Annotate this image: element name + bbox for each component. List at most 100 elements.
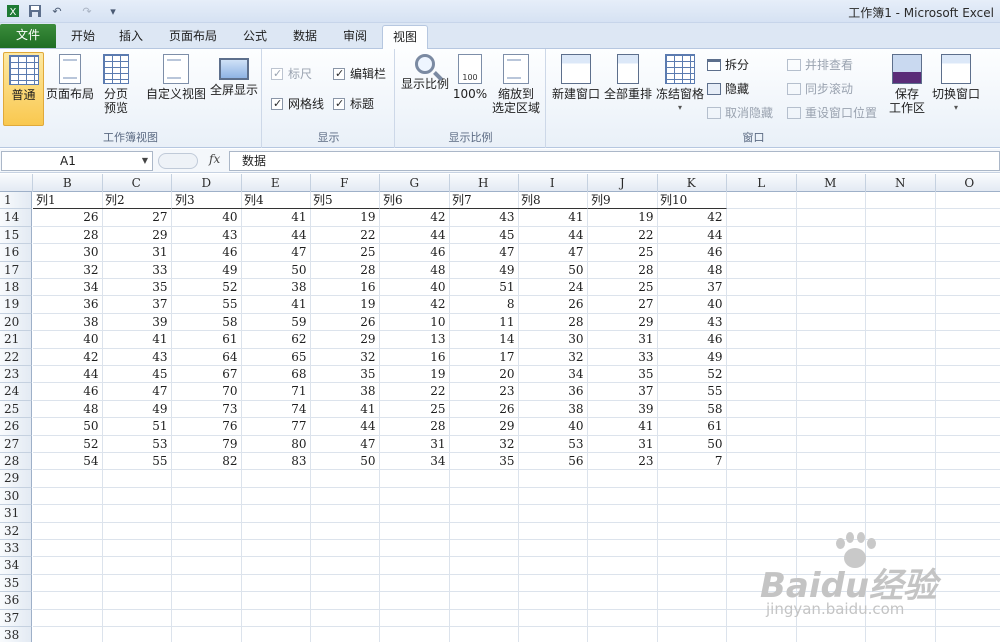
column-header[interactable]: G xyxy=(380,174,450,192)
table-cell[interactable]: 43 xyxy=(172,226,242,245)
table-cell[interactable] xyxy=(588,557,658,575)
table-cell[interactable]: 28 xyxy=(518,313,588,332)
table-cell[interactable] xyxy=(102,487,172,506)
table-cell[interactable] xyxy=(935,209,1000,227)
table-cell[interactable] xyxy=(866,261,936,279)
table-cell[interactable] xyxy=(727,279,797,297)
tab-page-layout[interactable]: 页面布局 xyxy=(160,25,226,48)
table-cell[interactable]: 47 xyxy=(102,383,172,401)
table-cell[interactable]: 30 xyxy=(33,244,103,262)
table-cell[interactable]: 列9 xyxy=(588,192,658,210)
table-cell[interactable]: 42 xyxy=(33,348,103,366)
table-cell[interactable] xyxy=(33,540,103,558)
table-cell[interactable] xyxy=(102,540,172,558)
table-cell[interactable] xyxy=(727,261,797,279)
table-cell[interactable]: 51 xyxy=(449,279,519,297)
table-cell[interactable] xyxy=(657,487,727,506)
unhide-button[interactable]: 取消隐藏 xyxy=(707,104,773,122)
table-cell[interactable]: 48 xyxy=(657,261,727,279)
table-cell[interactable] xyxy=(866,313,936,332)
table-cell[interactable]: 74 xyxy=(241,400,311,419)
row-header[interactable]: 28 xyxy=(0,453,32,471)
table-cell[interactable] xyxy=(657,522,727,540)
table-cell[interactable] xyxy=(310,592,380,610)
table-cell[interactable]: 23 xyxy=(449,383,519,401)
table-cell[interactable] xyxy=(935,279,1000,297)
table-cell[interactable] xyxy=(102,574,172,593)
table-cell[interactable] xyxy=(657,609,727,627)
table-cell[interactable]: 19 xyxy=(310,296,380,314)
table-cell[interactable] xyxy=(102,505,172,523)
table-cell[interactable] xyxy=(172,574,242,593)
table-cell[interactable]: 70 xyxy=(172,383,242,401)
table-cell[interactable]: 83 xyxy=(241,453,311,471)
table-cell[interactable] xyxy=(380,574,450,593)
table-cell[interactable]: 33 xyxy=(588,348,658,366)
name-box-dropdown-icon[interactable]: ▼ xyxy=(142,152,148,170)
table-cell[interactable]: 40 xyxy=(657,296,727,314)
table-cell[interactable] xyxy=(380,505,450,523)
table-cell[interactable] xyxy=(241,574,311,593)
row-header[interactable]: 35 xyxy=(0,574,32,593)
table-cell[interactable]: 47 xyxy=(518,244,588,262)
table-cell[interactable] xyxy=(866,244,936,262)
table-cell[interactable] xyxy=(727,487,797,506)
table-cell[interactable]: 31 xyxy=(380,435,450,453)
table-cell[interactable]: 列7 xyxy=(449,192,519,210)
column-header[interactable]: D xyxy=(172,174,242,192)
table-cell[interactable] xyxy=(935,383,1000,401)
table-cell[interactable]: 26 xyxy=(33,209,103,227)
row-header[interactable]: 19 xyxy=(0,296,32,314)
column-header[interactable]: H xyxy=(449,174,519,192)
table-cell[interactable]: 47 xyxy=(241,244,311,262)
table-cell[interactable] xyxy=(727,400,797,419)
table-cell[interactable]: 44 xyxy=(33,366,103,384)
table-cell[interactable] xyxy=(588,522,658,540)
table-cell[interactable] xyxy=(380,592,450,610)
table-cell[interactable] xyxy=(172,557,242,575)
table-cell[interactable]: 36 xyxy=(518,383,588,401)
row-header[interactable]: 33 xyxy=(0,540,32,558)
table-cell[interactable]: 55 xyxy=(172,296,242,314)
table-cell[interactable] xyxy=(727,366,797,384)
reset-window-position-button[interactable]: 重设窗口位置 xyxy=(787,104,877,122)
table-cell[interactable] xyxy=(33,522,103,540)
table-cell[interactable] xyxy=(449,609,519,627)
table-cell[interactable] xyxy=(866,366,936,384)
table-cell[interactable] xyxy=(657,627,727,642)
table-cell[interactable] xyxy=(935,366,1000,384)
table-cell[interactable]: 77 xyxy=(241,418,311,436)
table-cell[interactable]: 27 xyxy=(588,296,658,314)
table-cell[interactable]: 19 xyxy=(380,366,450,384)
table-cell[interactable] xyxy=(588,592,658,610)
table-cell[interactable] xyxy=(518,557,588,575)
table-cell[interactable] xyxy=(935,331,1000,349)
table-cell[interactable] xyxy=(449,557,519,575)
zoom-button[interactable]: 显示比例 xyxy=(400,52,450,91)
table-cell[interactable]: 38 xyxy=(241,279,311,297)
table-cell[interactable] xyxy=(866,296,936,314)
table-cell[interactable]: 53 xyxy=(518,435,588,453)
table-cell[interactable]: 40 xyxy=(380,279,450,297)
table-cell[interactable] xyxy=(657,540,727,558)
table-cell[interactable]: 49 xyxy=(172,261,242,279)
undo-icon[interactable]: ↶ xyxy=(48,3,66,19)
table-cell[interactable] xyxy=(172,627,242,642)
table-cell[interactable]: 46 xyxy=(380,244,450,262)
column-header[interactable]: B xyxy=(33,174,103,192)
row-header[interactable]: 31 xyxy=(0,505,32,523)
table-cell[interactable]: 26 xyxy=(310,313,380,332)
row-header[interactable]: 23 xyxy=(0,366,32,384)
table-cell[interactable] xyxy=(796,192,866,210)
table-cell[interactable] xyxy=(518,627,588,642)
table-cell[interactable] xyxy=(796,453,866,471)
table-cell[interactable]: 42 xyxy=(657,209,727,227)
table-cell[interactable] xyxy=(935,192,1000,210)
tab-formulas[interactable]: 公式 xyxy=(234,25,276,48)
row-header[interactable]: 34 xyxy=(0,557,32,575)
table-cell[interactable]: 29 xyxy=(310,331,380,349)
table-cell[interactable] xyxy=(102,557,172,575)
table-cell[interactable]: 55 xyxy=(102,453,172,471)
table-cell[interactable] xyxy=(241,627,311,642)
table-cell[interactable] xyxy=(935,436,1000,453)
